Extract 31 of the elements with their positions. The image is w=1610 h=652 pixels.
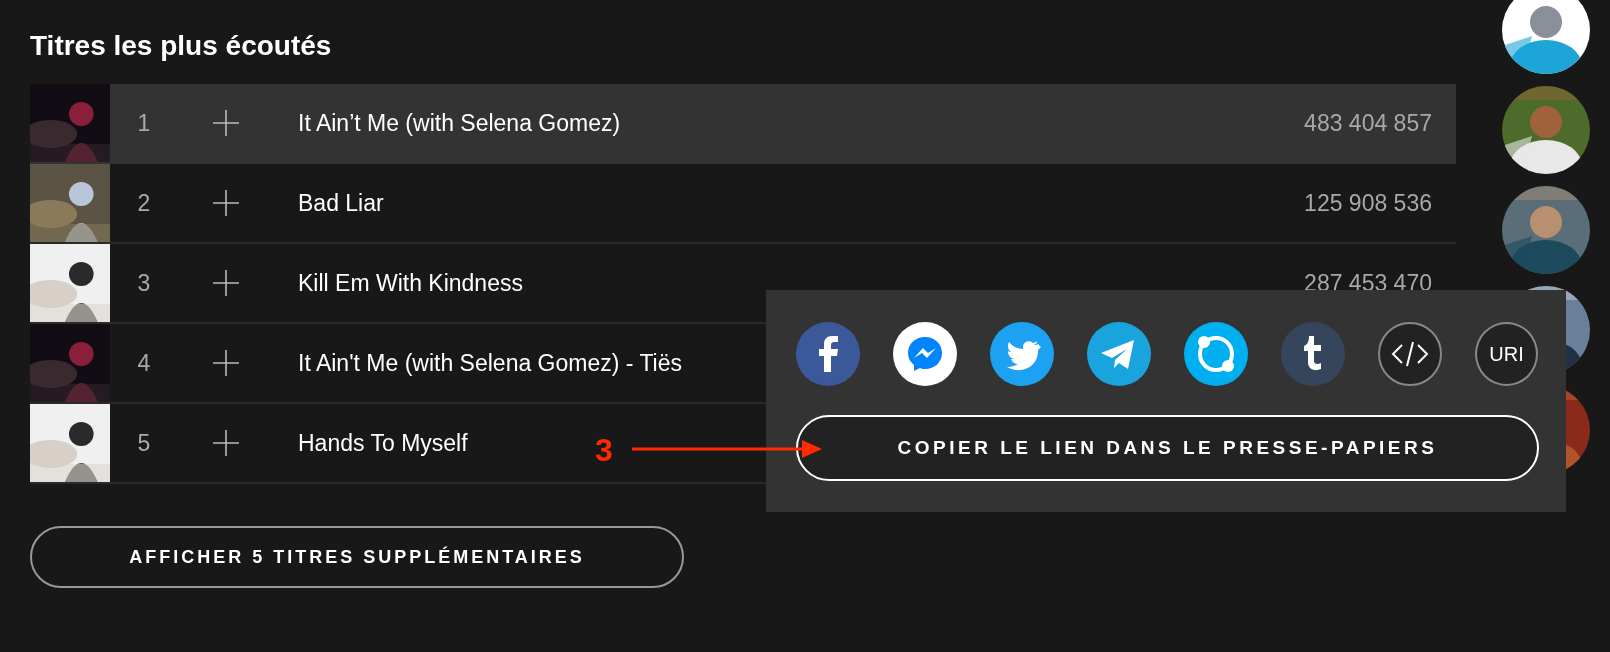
track-title: It Ain’t Me (with Selena Gomez) [298, 109, 621, 137]
messenger-icon[interactable] [893, 322, 957, 386]
track-number: 4 [136, 349, 152, 377]
track-number: 3 [136, 269, 152, 297]
track-row[interactable]: 1 It Ain’t Me (with Selena Gomez) 483 404 857 [30, 84, 1456, 164]
track-title: It Ain't Me (with Selena Gomez) - Tiës [298, 349, 683, 377]
track-number: 1 [136, 109, 152, 137]
callout-number: 3 [595, 432, 613, 469]
track-title: Kill Em With Kindness [298, 269, 523, 297]
facebook-icon[interactable] [796, 322, 860, 386]
tumblr-icon[interactable] [1281, 322, 1345, 386]
track-number: 2 [136, 189, 152, 217]
paper-plane-icon[interactable] [1087, 322, 1151, 386]
add-icon[interactable] [213, 270, 239, 296]
play-count: 483 404 857 [1304, 109, 1432, 137]
code-icon[interactable] [1378, 322, 1442, 386]
track-title: Hands To Myself [298, 429, 468, 457]
track-title: Bad Liar [298, 189, 384, 217]
add-icon[interactable] [213, 430, 239, 456]
show-more-button[interactable]: AFFICHER 5 TITRES SUPPLÉMENTAIRES [30, 526, 684, 588]
add-icon[interactable] [213, 350, 239, 376]
uri-button[interactable]: URI [1475, 322, 1538, 386]
play-count: 125 908 536 [1304, 189, 1432, 217]
track-number: 5 [136, 429, 152, 457]
track-row[interactable]: 2 Bad Liar 125 908 536 [30, 164, 1456, 244]
bird-icon[interactable] [990, 322, 1054, 386]
copy-link-button[interactable]: COPIER LE LIEN DANS LE PRESSE-PAPIERS [796, 415, 1539, 481]
track-row[interactable]: 4 It Ain't Me (with Selena Gomez) - Tiës [30, 324, 766, 404]
section-heading: Titres les plus écoutés [30, 29, 333, 63]
add-icon[interactable] [213, 190, 239, 216]
add-icon[interactable] [213, 110, 239, 136]
